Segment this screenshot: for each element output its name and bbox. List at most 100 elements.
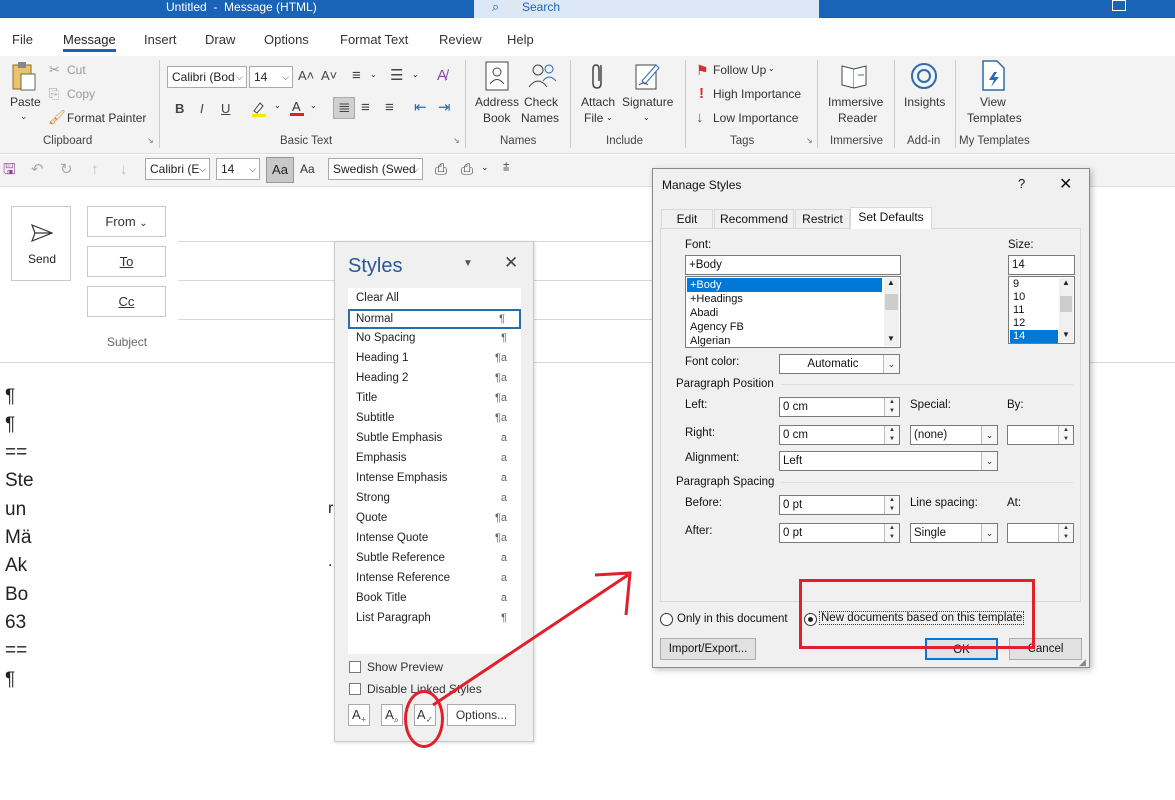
align-center-icon[interactable]: ≡ [361, 100, 370, 116]
view-templates-label-1[interactable]: View [980, 95, 1006, 109]
tab-help[interactable]: Help [507, 32, 534, 48]
attach-item-icon[interactable]: ⎙ [461, 162, 473, 178]
chevron-down-icon[interactable]: ⌄ [606, 113, 613, 122]
style-inspector-button[interactable]: A⌕ [381, 704, 403, 726]
chevron-down-icon[interactable]: ⌄ [481, 162, 489, 173]
arrow-down-icon[interactable]: ↓ [120, 162, 128, 178]
scroll-down-icon[interactable]: ▼ [1062, 330, 1070, 339]
undo-icon[interactable]: ↶ [31, 162, 44, 178]
font-listbox[interactable]: +Body +Headings Abadi Agency FB Algerian ▲ ▼ [685, 276, 901, 348]
style-item[interactable]: Subtle Emphasis a [348, 429, 521, 449]
immersive-reader-label-1[interactable]: Immersive [828, 95, 883, 109]
tab-recommend[interactable]: Recommend [714, 209, 794, 229]
chevron-down-icon[interactable]: ⌄ [643, 113, 650, 122]
decrease-indent-icon[interactable]: ⇤ [414, 100, 427, 116]
size-list-item[interactable]: 14 [1010, 330, 1058, 343]
style-item[interactable]: Intense Emphasis a [348, 469, 521, 489]
style-item[interactable]: Emphasis a [348, 449, 521, 469]
immersive-reader-label-2[interactable]: Reader [838, 111, 877, 125]
size-list-item[interactable]: 10 [1010, 291, 1058, 304]
style-item[interactable]: Title ¶a [348, 389, 521, 409]
search-box[interactable]: ⌕ Search [474, 0, 819, 18]
restore-window-icon[interactable] [1112, 0, 1126, 11]
save-icon[interactable]: 🖫 [3, 162, 16, 178]
paste-button[interactable]: Paste [10, 95, 41, 109]
font-name-combo[interactable]: Calibri (Bod ⌵ [167, 66, 247, 88]
font-list-item[interactable]: Agency FB [687, 320, 882, 334]
styles-aa-small-icon[interactable]: Aa [300, 162, 315, 176]
font-input[interactable]: +Body [685, 255, 901, 275]
style-item[interactable]: Strong a [348, 489, 521, 509]
view-templates-label-2[interactable]: Templates [967, 111, 1022, 125]
cc-button[interactable]: Cc [87, 286, 166, 317]
tab-insert[interactable]: Insert [144, 32, 177, 48]
align-right-icon[interactable]: ≡ [385, 100, 394, 116]
font-list-item[interactable]: Abadi [687, 306, 882, 320]
increase-indent-icon[interactable]: ⇥ [438, 100, 451, 116]
new-style-button[interactable]: A+ [348, 704, 370, 726]
insights-button[interactable]: Insights [904, 95, 945, 109]
check-names-label-1[interactable]: Check [524, 95, 558, 109]
font-list-item[interactable]: +Headings [687, 292, 882, 306]
style-item[interactable]: Quote ¶a [348, 509, 521, 529]
style-item[interactable]: Clear All [348, 289, 521, 309]
signature-button[interactable]: Signature [622, 95, 673, 109]
styles-aa-button[interactable]: Aa [266, 157, 294, 183]
chevron-down-icon[interactable]: ⌄ [310, 101, 317, 110]
font-list-item[interactable]: Algerian [687, 334, 882, 348]
high-importance-button[interactable]: High Importance [713, 87, 801, 101]
alignment-dropdown[interactable]: Left ⌄ [779, 451, 998, 471]
attach-file-label-2[interactable]: File [584, 111, 603, 125]
tab-set-defaults[interactable]: Set Defaults [850, 207, 932, 229]
spinner-icon[interactable]: ▲ ▼ [884, 524, 899, 542]
size-list-item[interactable]: 11 [1010, 304, 1058, 317]
bold-icon[interactable]: B [175, 101, 184, 117]
tab-format-text[interactable]: Format Text [340, 32, 408, 48]
language-combo[interactable]: Swedish (Swed ⌵ [328, 158, 423, 180]
to-button[interactable]: To [87, 246, 166, 277]
font-size-combo[interactable]: 14 ⌵ [249, 66, 293, 88]
address-book-label-1[interactable]: Address [475, 95, 519, 109]
paperclip-icon[interactable] [587, 61, 615, 89]
resize-grip-icon[interactable]: ◢ [1079, 657, 1086, 668]
close-icon[interactable]: ✕ [504, 253, 518, 273]
format-painter-button[interactable]: Format Painter [67, 111, 146, 125]
chevron-down-icon[interactable]: ⌄ [412, 70, 419, 79]
tags-launcher-icon[interactable]: ↘ [806, 136, 813, 145]
attach-icon[interactable]: ⎙ [435, 162, 447, 178]
scroll-thumb[interactable] [1060, 296, 1072, 312]
help-button[interactable]: ? [1018, 176, 1025, 191]
view-templates-icon[interactable] [980, 60, 1008, 91]
pane-options-icon[interactable]: ▼ [463, 258, 473, 269]
style-item[interactable]: Intense Quote ¶a [348, 529, 521, 549]
immersive-reader-icon[interactable] [840, 61, 868, 89]
spinner-icon[interactable]: ▲ ▼ [1058, 426, 1073, 444]
scroll-up-icon[interactable]: ▲ [887, 278, 895, 287]
shrink-font-icon[interactable]: A˅ [321, 68, 337, 84]
attach-file-label-1[interactable]: Attach [581, 95, 615, 109]
style-item[interactable]: No Spacing ¶ [348, 329, 521, 349]
qat-font-combo[interactable]: Calibri (E ⌵ [145, 158, 210, 180]
scroll-up-icon[interactable]: ▲ [1062, 278, 1070, 287]
at-spinner[interactable]: ▲ ▼ [1007, 523, 1074, 543]
by-spinner[interactable]: ▲ ▼ [1007, 425, 1074, 445]
basic-text-launcher-icon[interactable]: ↘ [453, 136, 460, 145]
send-button[interactable]: Send [11, 206, 71, 281]
style-item[interactable]: Heading 1 ¶a [348, 349, 521, 369]
chevron-down-icon[interactable]: ⌄ [370, 70, 377, 79]
style-item[interactable]: Normal ¶ [348, 309, 521, 329]
scroll-down-icon[interactable]: ▼ [887, 334, 895, 343]
size-input[interactable]: 14 [1008, 255, 1075, 275]
before-spinner[interactable]: 0 pt ▲ ▼ [779, 495, 900, 515]
paste-dropdown-icon[interactable]: ⌄ [20, 111, 28, 122]
numbering-icon[interactable]: ☰ [390, 68, 403, 84]
copy-button[interactable]: Copy [67, 87, 95, 101]
check-names-label-2[interactable]: Names [521, 111, 559, 125]
bullets-icon[interactable]: ≡ [352, 68, 361, 84]
follow-up-button[interactable]: Follow Up [713, 63, 766, 77]
style-item[interactable]: Subtitle ¶a [348, 409, 521, 429]
after-spinner[interactable]: 0 pt ▲ ▼ [779, 523, 900, 543]
signature-icon[interactable] [634, 61, 662, 90]
tab-options[interactable]: Options [264, 32, 309, 48]
spinner-icon[interactable]: ▲ ▼ [1058, 524, 1073, 542]
